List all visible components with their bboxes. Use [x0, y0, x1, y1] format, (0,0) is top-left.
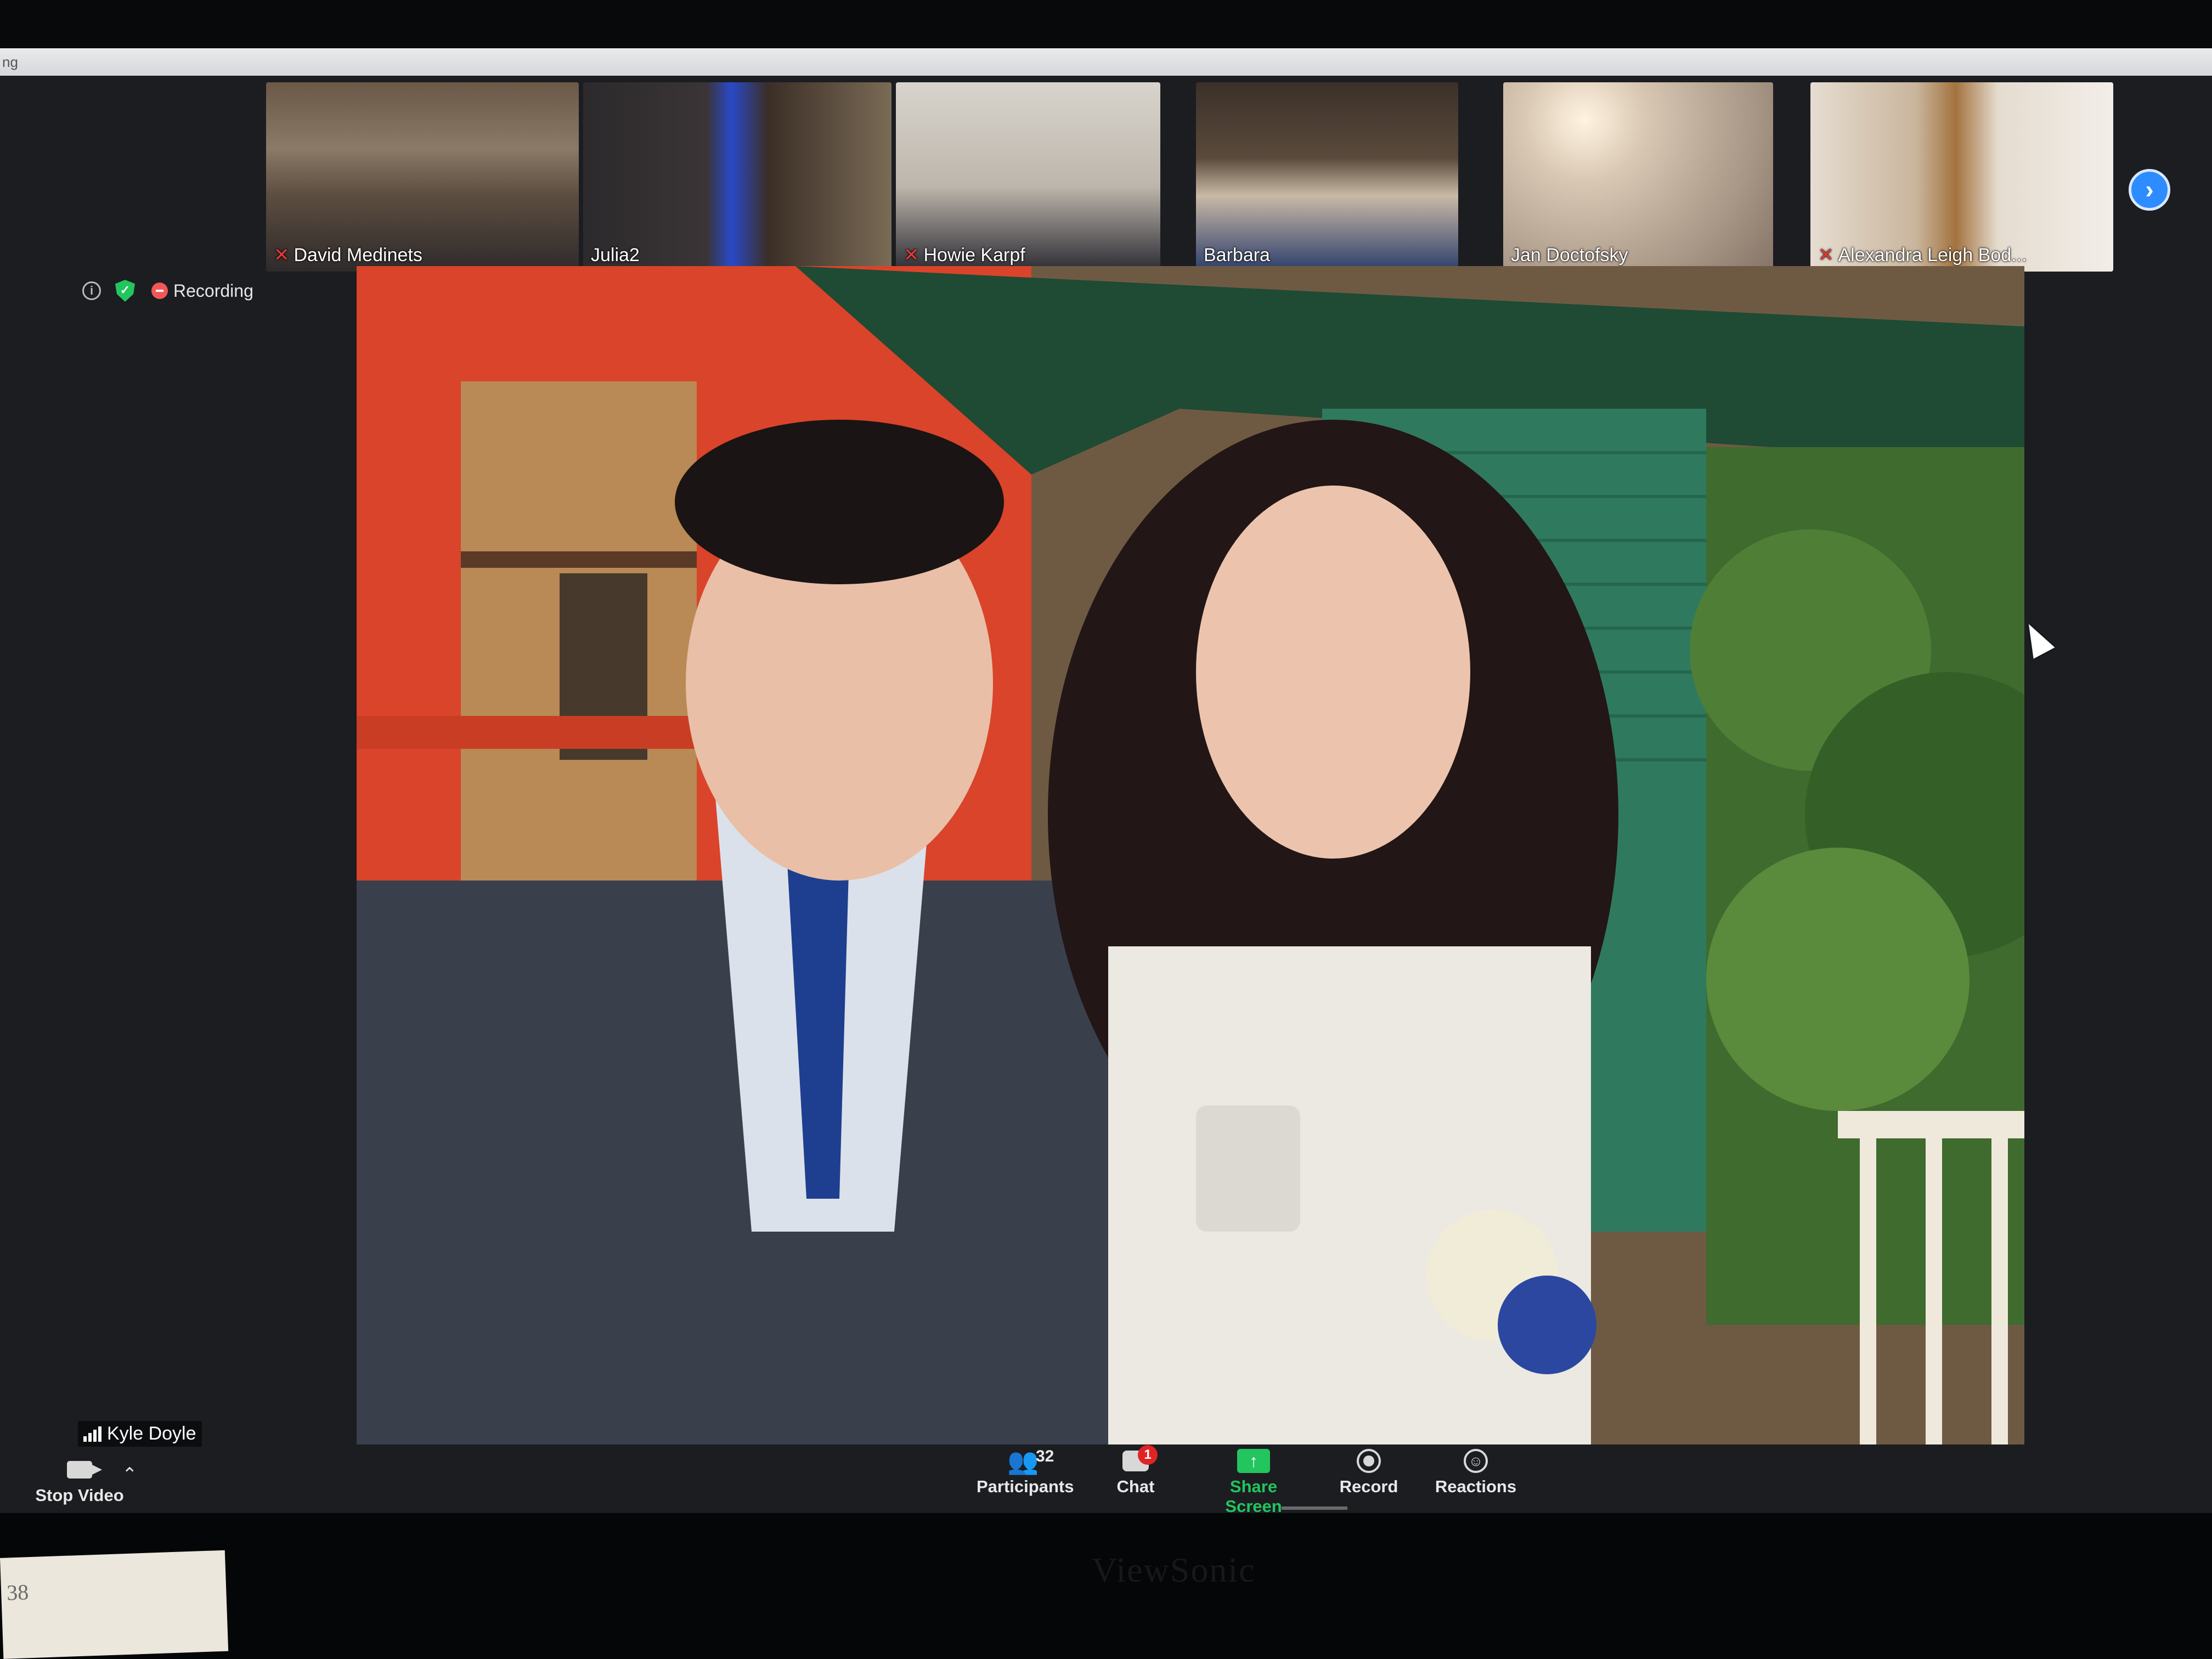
participant-video [266, 82, 579, 272]
chevron-right-icon[interactable]: › [2129, 169, 2170, 211]
stop-video-label: Stop Video [35, 1486, 124, 1505]
participant-tile[interactable]: Jan Doctofsky [1503, 82, 1773, 272]
meeting-status-bar: i ✓ Recording [82, 277, 253, 304]
speaker-video-scene [357, 266, 2024, 1444]
participant-tile[interactable]: Julia2 [583, 82, 891, 272]
participant-name: David Medinets [294, 245, 422, 266]
participant-video [1503, 82, 1773, 272]
record-label: Record [1339, 1477, 1398, 1496]
participant-tile[interactable]: Barbara [1196, 82, 1458, 272]
stop-video-button[interactable]: Stop Video [33, 1454, 126, 1505]
encryption-shield-icon[interactable]: ✓ [115, 280, 135, 302]
desk-note-text: 38 [6, 1579, 29, 1605]
video-camera-icon [67, 1461, 102, 1479]
participant-video [896, 82, 1160, 272]
record-icon [1357, 1449, 1381, 1473]
recording-indicator[interactable]: Recording [151, 281, 253, 301]
signal-bars-icon [83, 1426, 101, 1442]
window-titlebar: ng [0, 48, 2212, 76]
participant-tile[interactable]: ✕ Alexandra Leigh Bod... [1810, 82, 2113, 272]
share-screen-underline [1282, 1506, 1347, 1510]
reactions-button[interactable]: ☺ Reactions [1432, 1445, 1520, 1497]
info-icon[interactable]: i [82, 281, 101, 300]
participant-name: Barbara [1204, 245, 1270, 266]
record-button[interactable]: Record [1339, 1445, 1399, 1497]
active-speaker-video [357, 266, 2024, 1444]
reactions-label: Reactions [1435, 1477, 1517, 1496]
participant-video [1810, 82, 2113, 272]
chat-button[interactable]: 1 Chat [1108, 1445, 1163, 1497]
meeting-toolbar [0, 1448, 2212, 1513]
participant-tile[interactable]: ✕ Howie Karpf [896, 82, 1160, 272]
desk-note: 38 [0, 1550, 229, 1659]
participant-tile[interactable]: ✕ David Medinets [266, 82, 579, 272]
monitor-bezel-top [0, 0, 2212, 49]
video-options-caret[interactable]: ⌃ [122, 1464, 138, 1486]
participant-name: Alexandra Leigh Bod... [1838, 245, 2027, 266]
chat-label: Chat [1116, 1477, 1155, 1496]
chat-unread-badge: 1 [1138, 1445, 1158, 1465]
active-speaker-label: Kyle Doyle [78, 1421, 202, 1447]
participants-button[interactable]: 👥 32 Participants [977, 1445, 1074, 1497]
share-screen-label: Share Screen [1225, 1477, 1282, 1516]
participant-name: Howie Karpf [923, 245, 1025, 266]
participants-label: Participants [977, 1477, 1074, 1496]
share-screen-icon: ↑ [1237, 1449, 1270, 1473]
muted-mic-icon: ✕ [1818, 245, 1834, 266]
monitor-brand-logo: ViewSonic [1092, 1550, 1256, 1589]
participants-icon: 👥 [1007, 1446, 1039, 1475]
participant-video [1196, 82, 1458, 272]
muted-mic-icon: ✕ [274, 245, 290, 266]
participant-name: Julia2 [591, 245, 640, 266]
recording-icon [151, 283, 168, 299]
recording-label: Recording [173, 280, 253, 301]
muted-mic-icon: ✕ [904, 245, 919, 266]
share-screen-button[interactable]: ↑ Share Screen [1201, 1445, 1306, 1516]
participant-video [583, 82, 891, 272]
window-title: ng [2, 54, 18, 70]
participant-name: Jan Doctofsky [1511, 245, 1628, 266]
smiley-icon: ☺ [1464, 1449, 1488, 1473]
active-speaker-name: Kyle Doyle [107, 1423, 196, 1444]
participants-count: 32 [1036, 1447, 1054, 1465]
